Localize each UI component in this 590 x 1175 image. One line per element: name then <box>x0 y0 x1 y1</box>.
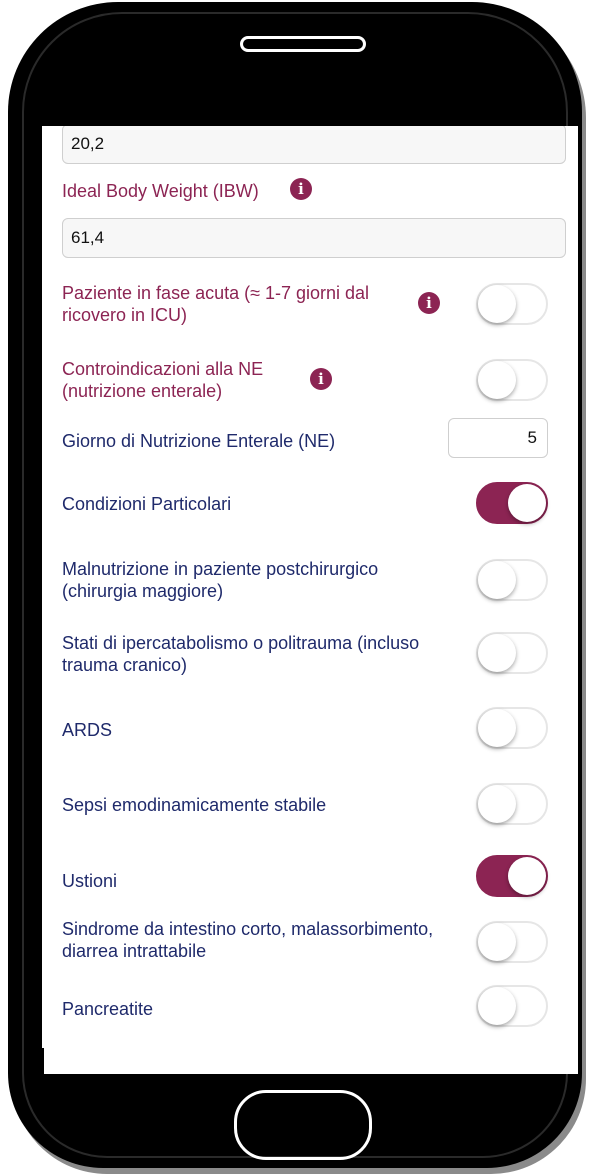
info-icon[interactable]: i <box>290 178 312 200</box>
screen-edge <box>42 1048 44 1074</box>
toggle-knob <box>508 857 546 895</box>
toggle-label-ustioni: Ustioni <box>62 871 118 891</box>
toggle-ards[interactable] <box>476 707 548 749</box>
giorno-ne-input[interactable]: 5 <box>448 418 548 458</box>
toggle-label-condizioni-particolari: Condizioni Particolari <box>62 494 232 514</box>
ibw-label: Ideal Body Weight (IBW) <box>62 181 259 201</box>
toggle-knob <box>478 987 516 1025</box>
info-icon[interactable]: i <box>310 368 332 390</box>
phone-frame: 20,2 Ideal Body Weight (IBW) i 61,4 Pazi… <box>8 2 582 1168</box>
toggle-knob <box>478 561 516 599</box>
ibw-field[interactable]: 61,4 <box>62 218 566 258</box>
toggle-sepsi[interactable] <box>476 783 548 825</box>
toggle-knob <box>478 923 516 961</box>
toggle-knob <box>478 285 516 323</box>
toggle-label-ipercatabolismo: Stati di ipercatabolismo o politrauma (i… <box>62 633 420 675</box>
toggle-condizioni-particolari[interactable] <box>476 482 548 524</box>
toggle-sindrome-intestino[interactable] <box>476 921 548 963</box>
toggle-ustioni[interactable] <box>476 855 548 897</box>
home-button[interactable] <box>234 1090 372 1160</box>
toggle-label-sindrome-intestino: Sindrome da intestino corto, malassorbim… <box>62 919 434 961</box>
toggle-label-fase-acuta: Paziente in fase acuta (≈ 1-7 giorni dal… <box>62 283 370 325</box>
toggle-pancreatite[interactable] <box>476 985 548 1027</box>
toggle-knob <box>478 634 516 672</box>
toggle-label-ards: ARDS <box>62 720 113 740</box>
giorno-ne-label: Giorno di Nutrizione Enterale (NE) <box>62 431 336 451</box>
toggle-fase-acuta[interactable] <box>476 283 548 325</box>
toggle-ipercatabolismo[interactable] <box>476 632 548 674</box>
toggle-label-controindicazioni: Controindicazioni alla NE (nutrizione en… <box>62 359 264 401</box>
toggle-label-pancreatite: Pancreatite <box>62 999 154 1019</box>
speaker-grille <box>240 36 366 52</box>
toggle-malnutrizione[interactable] <box>476 559 548 601</box>
toggle-knob <box>478 361 516 399</box>
toggle-label-sepsi: Sepsi emodinamicamente stabile <box>62 795 327 815</box>
toggle-label-malnutrizione: Malnutrizione in paziente postchirurgico… <box>62 559 379 601</box>
info-icon[interactable]: i <box>418 292 440 314</box>
toggle-knob <box>508 484 546 522</box>
bmi-field[interactable]: 20,2 <box>62 126 566 164</box>
toggle-knob <box>478 785 516 823</box>
toggle-controindicazioni[interactable] <box>476 359 548 401</box>
app-screen: 20,2 Ideal Body Weight (IBW) i 61,4 Pazi… <box>42 126 578 1074</box>
toggle-knob <box>478 709 516 747</box>
